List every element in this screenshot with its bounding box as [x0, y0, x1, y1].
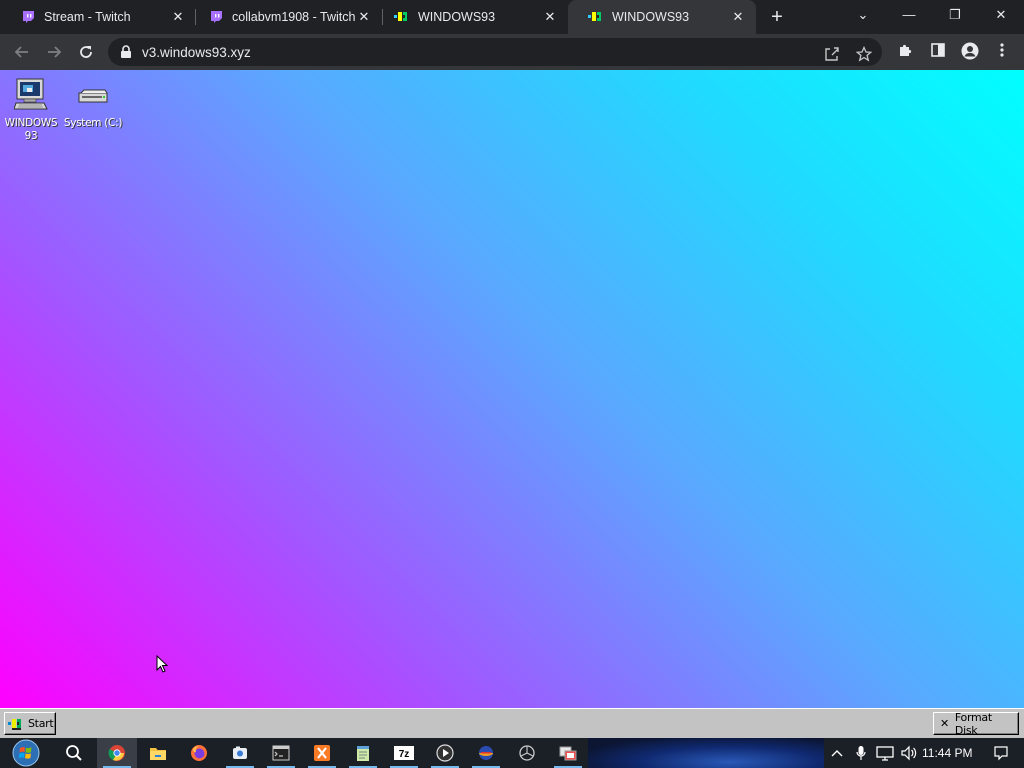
close-tab-icon[interactable]: ✕ — [170, 9, 186, 25]
chevron-up-icon[interactable] — [828, 738, 846, 768]
volume-icon[interactable] — [898, 738, 920, 768]
media-player-icon[interactable] — [425, 738, 465, 768]
close-x-icon: ✕ — [940, 717, 949, 730]
start-orb-icon[interactable] — [4, 738, 48, 768]
windows-taskbar: 7z 11:44 PM — [0, 738, 1024, 768]
share-icon[interactable] — [822, 44, 842, 64]
extensions-icon[interactable] — [896, 42, 916, 62]
windows93-icon — [588, 9, 604, 25]
app-icon[interactable] — [466, 738, 506, 768]
twitch-icon — [208, 9, 224, 25]
twitch-icon — [20, 9, 36, 25]
close-tab-icon[interactable]: ✕ — [730, 9, 746, 25]
svg-text:7z: 7z — [399, 749, 410, 760]
minimize-button[interactable]: — — [886, 0, 932, 30]
browser-toolbar: v3.windows93.xyz — [0, 34, 1024, 70]
close-tab-icon[interactable]: ✕ — [356, 9, 372, 25]
tab-stream-twitch[interactable]: Stream - Twitch ✕ — [0, 0, 196, 34]
clock[interactable]: 11:44 PM — [922, 738, 972, 768]
new-tab-button[interactable]: + — [766, 6, 788, 28]
screen: Stream - Twitch ✕ collabvm1908 - Twitch … — [0, 0, 1024, 768]
network-icon[interactable] — [874, 738, 896, 768]
mouse-cursor-icon — [156, 654, 169, 673]
w93-start-label: Start — [28, 717, 54, 730]
search-icon[interactable] — [54, 738, 94, 768]
tab-title: WINDOWS93 — [612, 10, 690, 24]
profile-icon[interactable] — [960, 42, 980, 62]
bookmark-star-icon[interactable] — [854, 44, 874, 64]
address-bar[interactable]: v3.windows93.xyz — [108, 38, 882, 66]
windows93-icon — [394, 9, 410, 25]
close-tab-icon[interactable]: ✕ — [542, 9, 558, 25]
snipping-tool-icon[interactable] — [220, 738, 260, 768]
desktop-icon-label: WINDOWS 93 — [4, 117, 58, 142]
taskbar-background-artwork — [588, 738, 824, 768]
tab-title: WINDOWS93 — [418, 10, 496, 24]
7zip-icon[interactable]: 7z — [384, 738, 424, 768]
close-window-button[interactable]: ✕ — [978, 0, 1024, 30]
menu-kebab-icon[interactable] — [992, 42, 1012, 62]
format-disk-label: Format Disk — [954, 710, 992, 737]
desktop-icon-system-c[interactable]: System (C:) — [62, 78, 124, 130]
reload-button[interactable] — [74, 40, 98, 64]
w93-start-button[interactable]: Start — [4, 712, 56, 735]
lock-icon[interactable] — [120, 45, 134, 59]
firefox-icon[interactable] — [179, 738, 219, 768]
tab-windows93[interactable]: WINDOWS93 ✕ — [374, 0, 568, 34]
desktop-icon-windows93[interactable]: WINDOWS 93 — [0, 78, 62, 143]
computer-icon — [0, 78, 62, 114]
file-explorer-icon[interactable] — [138, 738, 178, 768]
windows93-desktop[interactable]: WINDOWS 93 System (C:) — [0, 70, 1024, 708]
notification-icon[interactable] — [990, 738, 1012, 768]
windows93-taskbar: Start ✕ Format Disk — [0, 708, 1024, 738]
notepad-icon[interactable] — [343, 738, 383, 768]
tab-title: Stream - Twitch — [44, 10, 131, 24]
drive-icon — [62, 78, 124, 114]
tab-search-dropdown-icon[interactable]: ⌄ — [840, 0, 886, 30]
chrome-icon[interactable] — [97, 738, 137, 768]
remote-desktop-icon[interactable] — [548, 738, 588, 768]
tab-collabvm-twitch[interactable]: collabvm1908 - Twitch ✕ — [188, 0, 382, 34]
back-button[interactable] — [10, 40, 34, 64]
settings-icon[interactable] — [507, 738, 547, 768]
desktop-icon-label: System (C:) — [63, 117, 123, 129]
microphone-icon[interactable] — [852, 738, 870, 768]
windows93-logo-icon — [8, 717, 24, 731]
restore-button[interactable]: ❐ — [932, 0, 978, 30]
tab-title: collabvm1908 - Twitch — [232, 10, 356, 24]
cmd-icon[interactable] — [261, 738, 301, 768]
url-text: v3.windows93.xyz — [142, 44, 251, 60]
side-panel-icon[interactable] — [928, 42, 948, 62]
browser-tab-strip: Stream - Twitch ✕ collabvm1908 - Twitch … — [0, 0, 1024, 34]
forward-button[interactable] — [42, 40, 66, 64]
format-disk-button[interactable]: ✕ Format Disk — [933, 710, 1019, 737]
xampp-icon[interactable] — [302, 738, 342, 768]
tab-windows93-active[interactable]: WINDOWS93 ✕ — [568, 0, 756, 34]
